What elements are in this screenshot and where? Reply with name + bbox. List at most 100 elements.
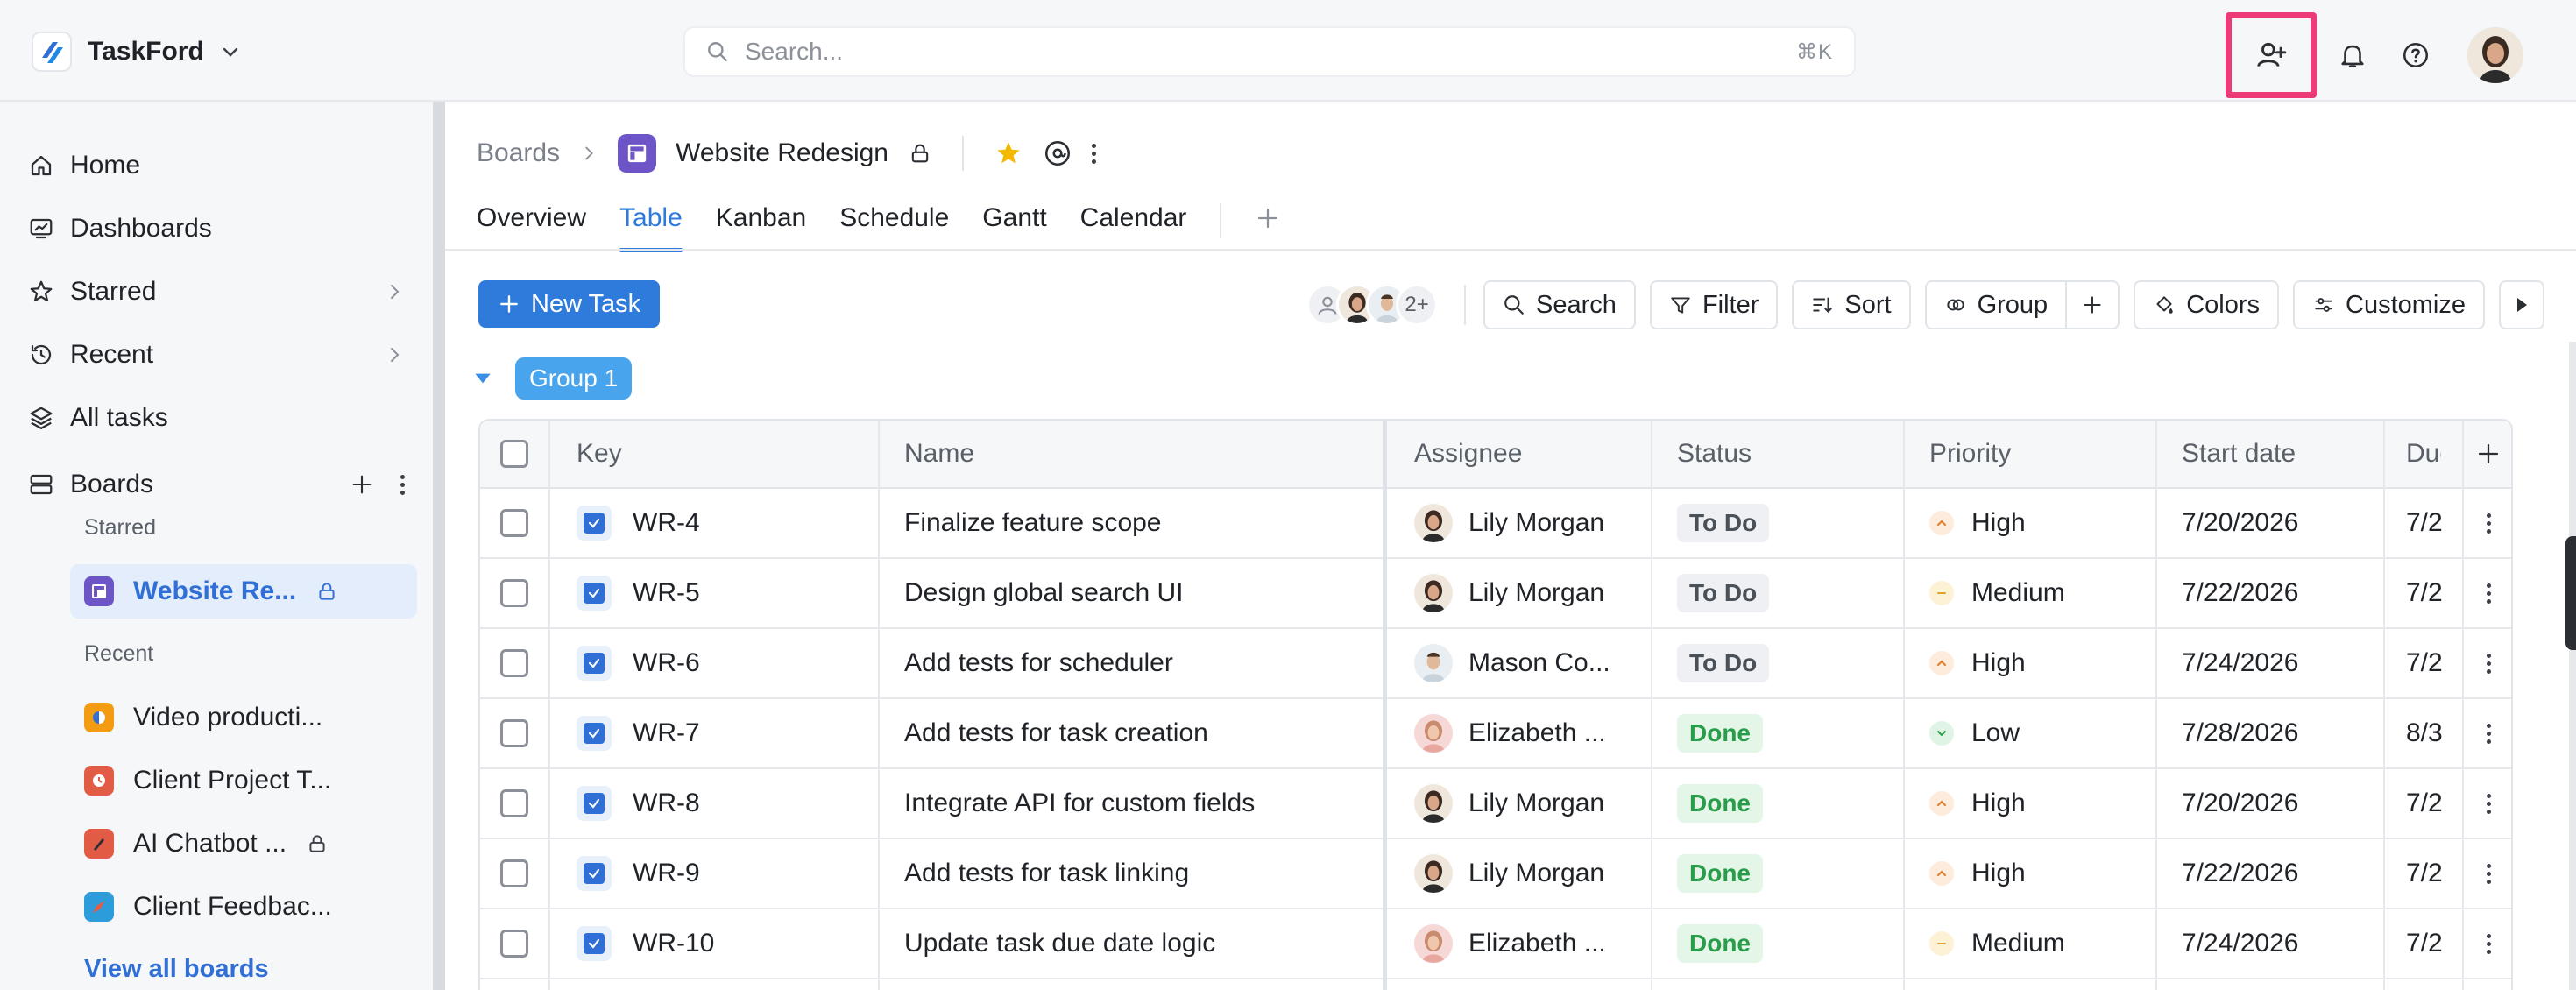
cell-key[interactable]: WR-4: [577, 489, 866, 557]
sidebar-item-home[interactable]: Home: [28, 143, 405, 188]
cell-key[interactable]: WR-5: [577, 559, 866, 627]
column-header-priority[interactable]: Priority: [1929, 421, 2157, 487]
tab-table[interactable]: Table: [619, 203, 683, 252]
sidebar-item-dashboards[interactable]: Dashboards: [28, 206, 405, 251]
cell-due-date[interactable]: 7/2: [2406, 769, 2455, 838]
star-filled-icon[interactable]: [994, 138, 1023, 168]
cell-name[interactable]: Add tests for task creation: [904, 699, 1369, 767]
cell-start-date[interactable]: 7/20/2026: [2182, 489, 2374, 557]
main-scrollbar[interactable]: [2569, 342, 2576, 990]
column-header-name[interactable]: Name: [904, 421, 1167, 487]
notifications-button[interactable]: [2325, 28, 2380, 82]
cell-due-date[interactable]: 7/2: [2406, 629, 2455, 697]
sidebar-board-client-feedback[interactable]: Client Feedbac...: [70, 880, 417, 934]
cell-due-date[interactable]: 7/2: [2406, 909, 2455, 978]
view-all-boards-link[interactable]: View all boards: [84, 955, 269, 984]
cell-name[interactable]: Update task due date logic: [904, 909, 1369, 978]
cell-assignee[interactable]: Lily Morgan: [1414, 489, 1642, 557]
customize-button[interactable]: Customize: [2293, 280, 2485, 329]
cell-priority[interactable]: High: [1929, 769, 2148, 838]
row-checkbox[interactable]: [500, 859, 528, 887]
sidebar-board-ai-chatbot[interactable]: AI Chatbot ...: [70, 817, 417, 871]
table-row[interactable]: WR-10 Update task due date logic Elizabe…: [480, 909, 2511, 979]
toolbar-expand-button[interactable]: [2499, 280, 2544, 329]
cell-name[interactable]: Finalize feature scope: [904, 489, 1369, 557]
cell-key[interactable]: WR-10: [577, 909, 866, 978]
cell-assignee[interactable]: Lily Morgan: [1414, 769, 1642, 838]
search-input[interactable]: [745, 38, 1780, 66]
cell-name[interactable]: Add tests for scheduler: [904, 629, 1369, 697]
cell-priority[interactable]: Low: [1929, 699, 2148, 767]
row-checkbox[interactable]: [500, 649, 528, 677]
lock-icon[interactable]: [908, 141, 932, 166]
row-more-icon[interactable]: [2486, 793, 2491, 814]
cell-name[interactable]: Integrate API for custom fields: [904, 769, 1369, 838]
sidebar-board-video-production[interactable]: Video producti...: [70, 690, 417, 745]
user-avatar[interactable]: [2467, 27, 2523, 83]
cell-priority[interactable]: Medium: [1929, 909, 2148, 978]
cell-key[interactable]: WR-7: [577, 699, 866, 767]
help-button[interactable]: [2388, 28, 2443, 82]
row-checkbox[interactable]: [500, 579, 528, 607]
cell-status[interactable]: To Do: [1677, 629, 1896, 697]
row-more-icon[interactable]: [2486, 863, 2491, 884]
cell-key[interactable]: WR-6: [577, 629, 866, 697]
cell-priority[interactable]: High: [1929, 629, 2148, 697]
cell-status[interactable]: To Do: [1677, 489, 1896, 557]
sidebar-board-client-project[interactable]: Client Project T...: [70, 753, 417, 808]
board-title[interactable]: Website Redesign: [676, 138, 888, 168]
cell-due-date[interactable]: 7/2: [2406, 559, 2455, 627]
boards-more-icon[interactable]: [400, 474, 405, 495]
tab-gantt[interactable]: Gantt: [982, 203, 1046, 252]
add-board-icon[interactable]: [350, 472, 374, 497]
table-row[interactable]: WR-5 Design global search UI Lily Morgan…: [480, 559, 2511, 629]
table-row[interactable]: WR-9 Add tests for task linking Lily Mor…: [480, 839, 2511, 909]
cell-due-date[interactable]: 7/2: [2406, 489, 2455, 557]
column-header-due[interactable]: Due: [2406, 421, 2441, 487]
cell-status[interactable]: Done: [1677, 699, 1896, 767]
row-checkbox[interactable]: [500, 930, 528, 958]
row-more-icon[interactable]: [2486, 583, 2491, 604]
add-group-button[interactable]: [2065, 282, 2118, 328]
cell-due-date[interactable]: 8/3: [2406, 699, 2455, 767]
row-more-icon[interactable]: [2486, 933, 2491, 954]
cell-due-date[interactable]: 7/2: [2406, 839, 2455, 908]
sidebar-item-boards[interactable]: Boards: [28, 462, 405, 507]
table-row[interactable]: WR-6 Add tests for scheduler Mason Co...…: [480, 629, 2511, 699]
board-members[interactable]: 2+: [1306, 284, 1439, 326]
tab-overview[interactable]: Overview: [477, 203, 586, 252]
cell-priority[interactable]: High: [1929, 839, 2148, 908]
cell-key[interactable]: WR-8: [577, 769, 866, 838]
global-search[interactable]: ⌘K: [683, 26, 1856, 77]
cell-assignee[interactable]: Mason Co...: [1414, 629, 1642, 697]
cell-start-date[interactable]: 7/22/2026: [2182, 839, 2374, 908]
group-button[interactable]: Group: [1927, 282, 2066, 328]
cell-status[interactable]: Done: [1677, 769, 1896, 838]
watch-board-icon[interactable]: [1043, 138, 1072, 168]
cell-status[interactable]: Done: [1677, 909, 1896, 978]
row-more-icon[interactable]: [2486, 723, 2491, 744]
cell-key[interactable]: WR-9: [577, 839, 866, 908]
workspace-switcher[interactable]: TaskFord: [32, 30, 241, 74]
cell-start-date[interactable]: 7/22/2026: [2182, 559, 2374, 627]
cell-status[interactable]: Done: [1677, 839, 1896, 908]
cell-status[interactable]: To Do: [1677, 559, 1896, 627]
cell-start-date[interactable]: 7/28/2026: [2182, 699, 2374, 767]
group-label[interactable]: Group 1: [515, 357, 633, 400]
row-checkbox[interactable]: [500, 509, 528, 537]
cell-assignee[interactable]: Elizabeth ...: [1414, 699, 1642, 767]
board-more-icon[interactable]: [1091, 143, 1096, 164]
column-header-status[interactable]: Status: [1677, 421, 1905, 487]
cell-name[interactable]: Design global search UI: [904, 559, 1369, 627]
table-row[interactable]: WR-8 Integrate API for custom fields Lil…: [480, 769, 2511, 839]
cell-start-date[interactable]: 7/24/2026: [2182, 629, 2374, 697]
tab-calendar[interactable]: Calendar: [1080, 203, 1187, 252]
cell-assignee[interactable]: Lily Morgan: [1414, 839, 1642, 908]
column-freeze-divider[interactable]: [1383, 421, 1387, 990]
column-header-key[interactable]: Key: [577, 421, 839, 487]
cell-assignee[interactable]: Elizabeth ...: [1414, 909, 1642, 978]
filter-button[interactable]: Filter: [1649, 280, 1779, 329]
sidebar-item-starred[interactable]: Starred: [28, 269, 405, 315]
sidebar-item-all-tasks[interactable]: All tasks: [28, 395, 405, 441]
table-row[interactable]: WR-7 Add tests for task creation Elizabe…: [480, 699, 2511, 769]
